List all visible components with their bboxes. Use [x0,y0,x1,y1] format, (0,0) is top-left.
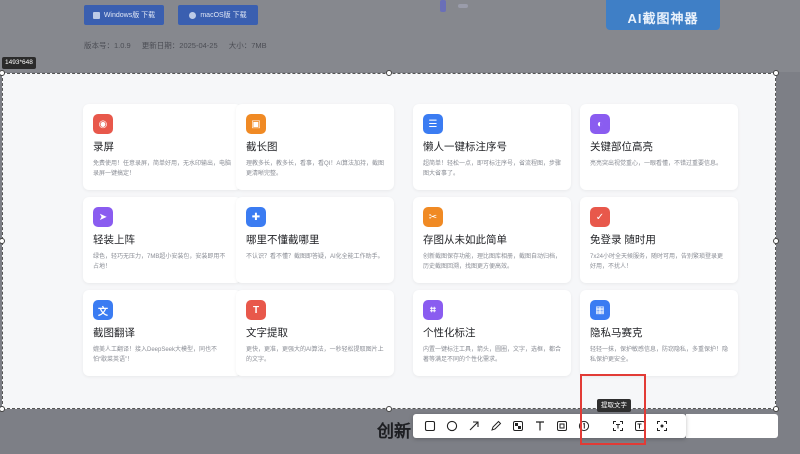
size-text: 大小：7MB [228,41,267,50]
record-icon: ◉ [93,114,113,134]
arrow-tool-button[interactable] [463,416,485,436]
feature-card: ☰ 懒人一键标注序号超简单！轻松一点，即可标注序号，省流程图，步骤图大省事了。 [413,104,571,190]
list-icon: ☰ [423,114,443,134]
feature-card-title: 文字提取 [246,327,288,339]
feature-card: ▣ 截长图理教多长，教多长，看事，看QI！AI算法加持，截图更清晰完整。 [236,104,394,190]
feature-card: T 文字提取更快，更准，更强大的AI算法，一秒轻松提取图片上的文字。 [236,290,394,376]
feature-card-title: 懒人一键标注序号 [423,141,507,153]
feature-card: ◐ 关键部位高亮亮亮突出视觉重心，一眼看懂，不错过重要信息。 [580,104,738,190]
frame-icon: ⌗ [423,300,443,320]
background-section-title: 创新 [377,422,411,441]
feature-card-title: 截图翻译 [93,327,135,339]
feature-card-title: 截长图 [246,141,278,153]
background-decoration [440,0,446,12]
mac-download-button: macOS版 下载 [178,5,258,25]
windows-download-label: Windows版 下载 [103,12,156,19]
ocr-icon [657,421,667,431]
annotation-highlight-box [580,374,646,445]
feature-card-description: 不认识？看不懂？截图即答疑，AI化全能工作助手。 [246,254,384,260]
selection-handle-bottom-right[interactable] [773,406,779,412]
feature-card-description: 7x24小时全天候服务，随时可用，告别繁琐登录更好用，不扰人！ [590,254,724,270]
feature-card: ⌗ 个性化标注内置一键标注工具，箭头，圆圈，文字，选框，都合著等满足不同的个性化需… [413,290,571,376]
text-extract-icon: T [246,300,266,320]
ocr-tool-button[interactable] [651,416,673,436]
feature-card-description: 创新截图保存功能，理比图库相册，截图自动归档，历史截图回溯，找图更方便高效。 [423,254,562,270]
updated-text: 更新日期：2025-04-25 [141,41,218,50]
selection-handle-right[interactable] [773,238,779,244]
scissors-icon: ✂ [423,207,443,227]
feature-card-title: 关键部位高亮 [590,141,653,153]
feature-card-description: 超简单！轻松一点，即可标注序号，省流程图，步骤图大省事了。 [423,161,562,177]
pin-icon [557,421,567,431]
selection-handle-top-right[interactable] [773,70,779,76]
feature-card-description: 轻轻一抹，保护敏感信息，防窃隐私，多重保护！隐私保护更安全。 [590,347,729,363]
feature-card-title: 哪里不懂截哪里 [246,234,320,246]
pin-tool-button[interactable] [551,416,573,436]
feature-card-title: 免登录 随时用 [590,234,656,246]
selection-handle-bottom-left[interactable] [0,406,5,412]
feature-card: ▦ 隐私马赛克轻轻一抹，保护敏感信息，防窃隐私，多重保护！隐私保护更安全。 [580,290,738,376]
selection-handle-top[interactable] [386,70,392,76]
version-text: 版本号：1.0.9 [84,41,131,50]
feature-card-description: 内置一键标注工具，箭头，圆圈，文字，选框，都合著等满足不同的个性化需求。 [423,347,562,363]
mosaic-icon [513,421,523,431]
feature-card: ➤ 轻装上阵绿色，轻巧无压力，7MB超小安装包，安装即用不占地！ [83,197,241,283]
capture-selection-area[interactable]: ◉ 录屏免费使用！任意录屏，简单好用，无水印输出，电脑录屏一键搞定！ ▣ 截长图理教多… [2,73,776,409]
rectangle-icon [424,420,436,432]
feature-card-description: 绿色，轻巧无压力，7MB超小安装包，安装即用不占地！ [93,254,226,270]
feature-card-description: 更快，更准，更强大的AI算法，一秒轻松提取图片上的文字。 [246,347,384,363]
feature-card-title: 个性化标注 [423,327,476,339]
mosaic-icon: ▦ [590,300,610,320]
ellipse-tool-button[interactable] [441,416,463,436]
background-decoration [458,4,468,8]
feature-card: ✚ 哪里不懂截哪里不认识？看不懂？截图即答疑，AI化全能工作助手。 [236,197,394,283]
mosaic-tool-button[interactable] [507,416,529,436]
feature-card-description: 理教多长，教多长，看事，看QI！AI算法加持，截图更清晰完整。 [246,161,385,177]
selection-size-badge: 1493*648 [2,57,36,69]
feature-card: 文截图翻译媲美人工翻译！接入DeepSeek大模型，同也不怕“歇菜英语”！ [83,290,241,376]
brand-banner: AI截图神器 [606,0,720,30]
windows-icon [92,11,100,19]
feature-card-description: 免费使用！任意录屏，简单好用，无水印输出，电脑录屏一键搞定！ [93,161,232,177]
version-info: 版本号：1.0.9 更新日期：2025-04-25 大小：7MB [84,40,276,51]
toolbar-extension [686,414,778,438]
mac-download-label: macOS版 下载 [200,12,247,19]
windows-download-button: Windows版 下载 [84,5,164,25]
pen-icon [491,420,502,431]
image-icon: ▣ [246,114,266,134]
pen-tool-button[interactable] [485,416,507,436]
feature-card-title: 录屏 [93,141,114,153]
check-icon: ✓ [590,207,610,227]
text-tool-button[interactable] [529,416,551,436]
feature-card-title: 存图从未如此简单 [423,234,507,246]
feature-card: ✓ 免登录 随时用 7x24小时全天候服务，随时可用，告别繁琐登录更好用，不扰人！ [580,197,738,283]
selection-handle-bottom[interactable] [386,406,392,412]
send-icon: ➤ [93,207,113,227]
rectangle-tool-button[interactable] [419,416,441,436]
ellipse-icon [446,420,458,432]
feature-card-title: 隐私马赛克 [590,327,643,339]
translate-icon: 文 [93,300,113,320]
text-icon [536,421,544,431]
apple-icon [189,11,197,19]
bulb-icon: ◐ [590,114,610,134]
feature-card-description: 媲美人工翻译！接入DeepSeek大模型，同也不怕“歇菜英语”！ [93,347,218,363]
feature-card-title: 轻装上阵 [93,234,135,246]
feature-card: ◉ 录屏免费使用！任意录屏，简单好用，无水印输出，电脑录屏一键搞定！ [83,104,241,190]
doc-plus-icon: ✚ [246,207,266,227]
arrow-icon [469,421,479,431]
feature-card-description: 亮亮突出视觉重心，一眼看懂，不错过重要信息。 [590,161,723,167]
feature-card: ✂ 存图从未如此简单创新截图保存功能，理比图库相册，截图自动归档，历史截图回溯，找… [413,197,571,283]
